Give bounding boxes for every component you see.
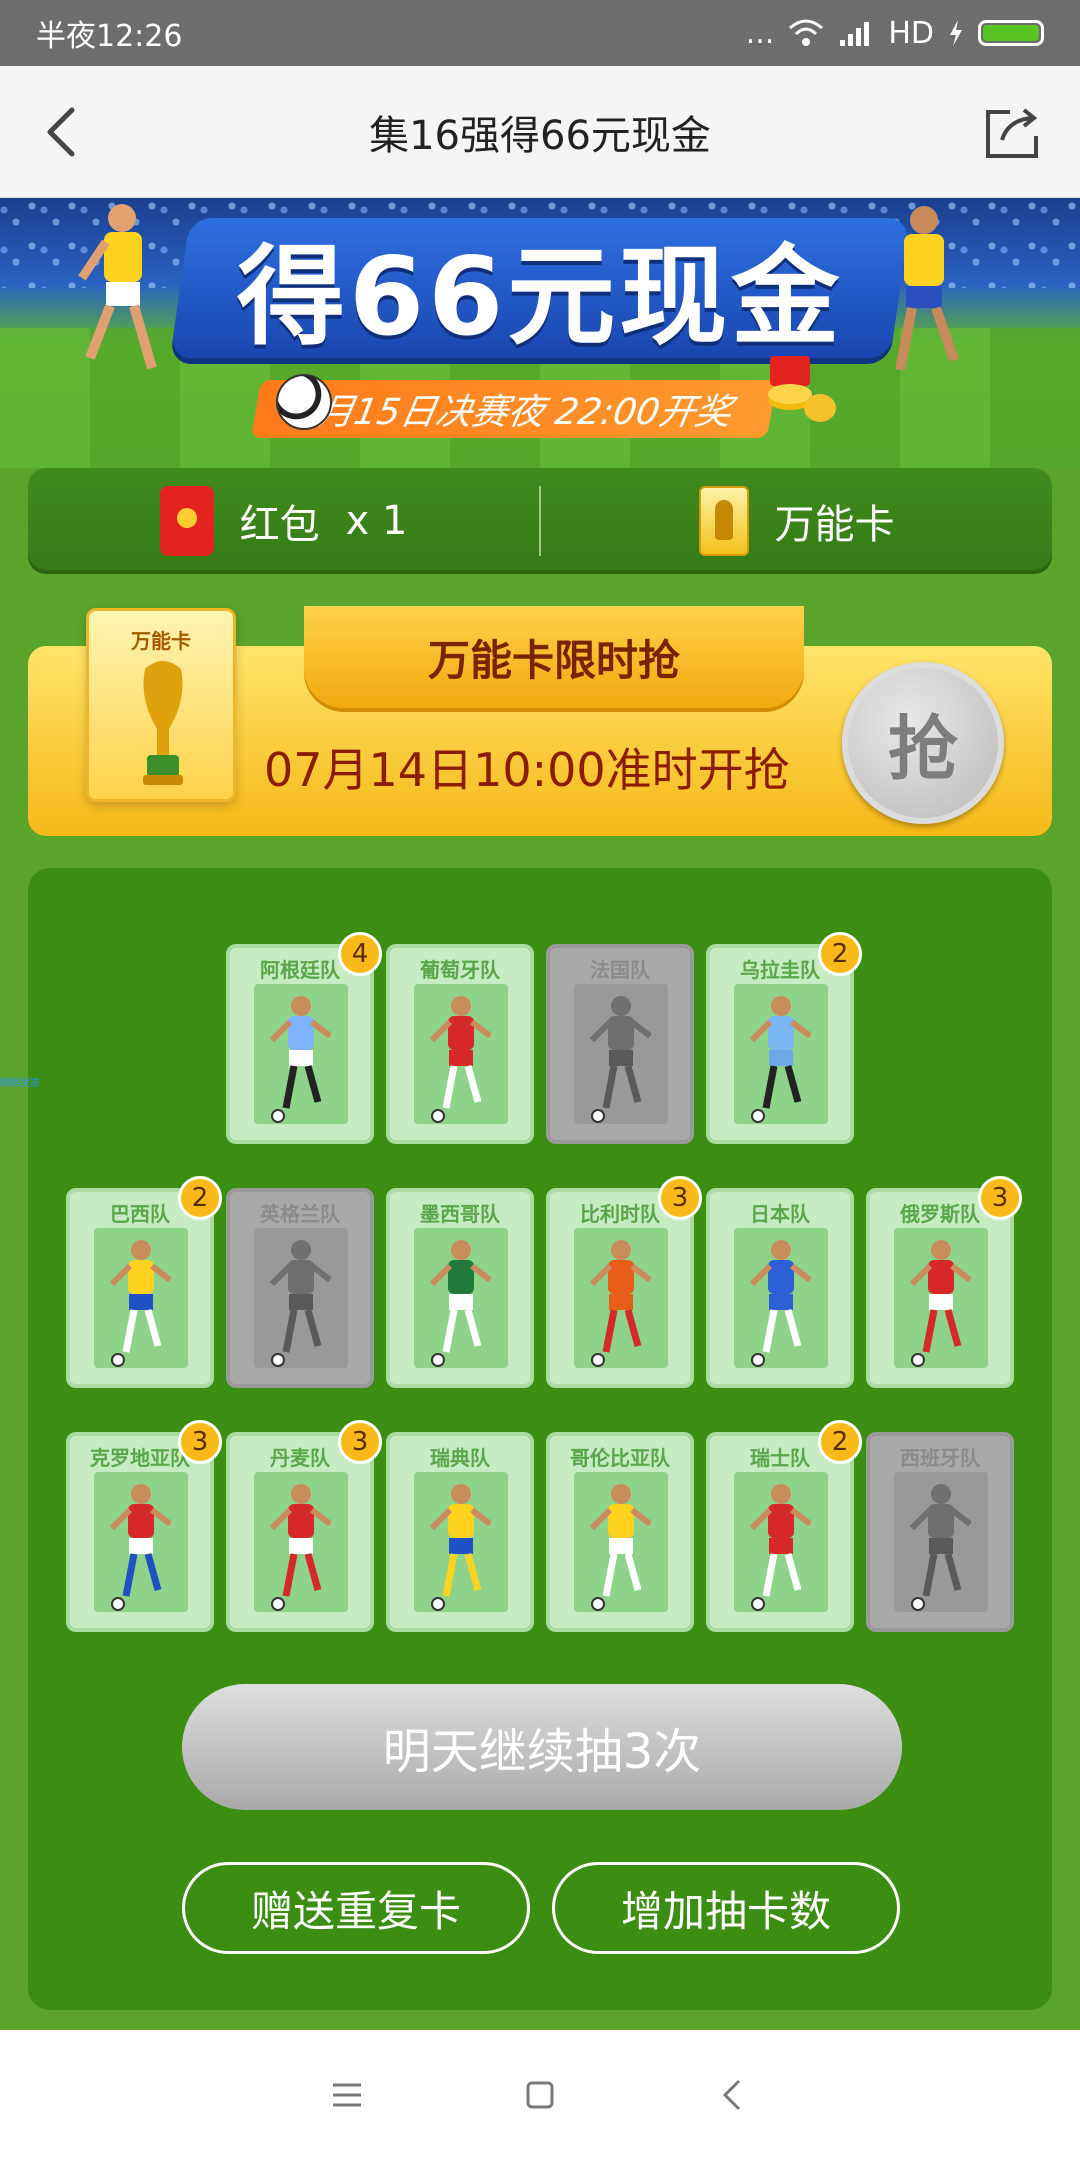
grab-button[interactable]: 抢 xyxy=(842,662,1004,824)
team-name: 瑞典队 xyxy=(430,1446,490,1470)
banner-title: 得66元现金 xyxy=(236,235,844,360)
card-count-badge: 3 xyxy=(658,1176,702,1220)
team-card[interactable]: 巴西队 2 xyxy=(66,1176,222,1388)
wildcard-label: 万能卡 xyxy=(774,502,895,548)
signal-icon xyxy=(840,22,870,46)
card-count-badge: 2 xyxy=(178,1176,222,1220)
player-icon xyxy=(749,996,812,1123)
page-title: 集16强得66元现金 xyxy=(369,112,711,159)
wildcard-trophy-icon xyxy=(698,486,749,556)
player-icon xyxy=(589,1484,652,1611)
team-card[interactable]: 俄罗斯队 3 xyxy=(866,1176,1022,1388)
card-count-badge: 3 xyxy=(978,1176,1022,1220)
team-name: 哥伦比亚队 xyxy=(570,1446,670,1470)
status-time: 半夜12:26 xyxy=(36,19,183,54)
card-count-badge: 2 xyxy=(818,932,862,976)
team-card[interactable]: 瑞士队 2 xyxy=(706,1420,862,1632)
grab-button-label: 抢 xyxy=(888,707,958,790)
player-icon xyxy=(109,1240,172,1367)
team-card[interactable]: 阿根廷队 4 xyxy=(226,932,382,1144)
share-icon[interactable] xyxy=(980,100,1044,164)
team-name: 葡萄牙队 xyxy=(420,958,500,982)
redpacket-label: 红包 xyxy=(239,502,320,548)
team-card[interactable]: 墨西哥队 xyxy=(386,1188,534,1388)
team-card[interactable]: 西班牙队 xyxy=(866,1432,1014,1632)
inventory-bar: 红包 x 1 万能卡 xyxy=(28,468,1052,574)
status-bar: 半夜12:26 ... HD xyxy=(0,0,1080,66)
team-card[interactable]: 日本队 xyxy=(706,1188,854,1388)
battery-icon xyxy=(978,20,1044,46)
home-icon[interactable] xyxy=(516,2071,564,2119)
add-draws-button[interactable]: 增加抽卡数 xyxy=(552,1862,900,1954)
wildcard-tab: 万能卡限时抢 xyxy=(304,606,804,708)
trophy-icon xyxy=(143,661,183,785)
back-icon[interactable] xyxy=(28,96,100,168)
draw-again-button[interactable]: 明天继续抽3次 xyxy=(182,1684,902,1810)
system-nav-bar xyxy=(0,2030,1080,2160)
card-count-badge: 2 xyxy=(818,1420,862,1464)
player-icon xyxy=(269,996,332,1123)
team-card[interactable]: 瑞典队 xyxy=(386,1432,534,1632)
gift-duplicate-button[interactable]: 赠送重复卡 xyxy=(182,1862,530,1954)
wildcard-card: 万能卡 xyxy=(86,608,236,802)
redpacket-entry[interactable]: 红包 x 1 xyxy=(28,486,539,556)
player-icon xyxy=(429,1484,492,1611)
team-name: 日本队 xyxy=(750,1202,810,1226)
card-count-badge: 3 xyxy=(338,1420,382,1464)
team-card[interactable]: 比利时队 3 xyxy=(546,1176,702,1388)
team-card[interactable]: 丹麦队 3 xyxy=(226,1420,382,1632)
banner-title-box: 得66元现金 xyxy=(170,218,910,360)
player-icon xyxy=(909,1484,972,1611)
draw-again-label: 明天继续抽3次 xyxy=(382,1724,702,1780)
team-name: 西班牙队 xyxy=(900,1446,980,1470)
redpacket-count: x 1 xyxy=(345,498,408,544)
card-count-badge: 4 xyxy=(338,932,382,976)
team-name: 英格兰队 xyxy=(260,1202,340,1226)
player-illustration-left xyxy=(78,204,157,370)
nav-back-icon[interactable] xyxy=(709,2071,757,2119)
player-icon xyxy=(429,996,492,1123)
status-dots: ... xyxy=(745,15,775,51)
wifi-icon xyxy=(789,19,824,46)
team-card[interactable]: 葡萄牙队 xyxy=(386,944,534,1144)
player-icon xyxy=(909,1240,972,1367)
page-header: 集16强得66元现金 xyxy=(0,66,1080,198)
wildcard-time: 07月14日10:00准时开抢 xyxy=(264,743,790,797)
menu-icon[interactable] xyxy=(323,2071,371,2119)
player-icon xyxy=(109,1484,172,1611)
status-icons: ... HD xyxy=(746,16,1044,51)
player-icon xyxy=(589,996,652,1123)
player-illustration-right xyxy=(895,206,959,371)
wildcard-tab-title: 万能卡限时抢 xyxy=(427,635,680,685)
player-icon xyxy=(269,1484,332,1611)
side-text: 网络状态 xyxy=(0,1078,40,1089)
wildcard-card-label: 万能卡 xyxy=(131,629,191,653)
team-card[interactable]: 哥伦比亚队 xyxy=(546,1432,694,1632)
card-count-badge: 3 xyxy=(178,1420,222,1464)
wildcard-entry[interactable]: 万能卡 xyxy=(541,486,1052,556)
player-icon xyxy=(429,1240,492,1367)
team-card[interactable]: 英格兰队 xyxy=(226,1188,374,1388)
redpacket-icon xyxy=(159,486,214,556)
team-name: 法国队 xyxy=(590,958,650,982)
team-name: 墨西哥队 xyxy=(420,1202,500,1226)
player-icon xyxy=(589,1240,652,1367)
team-card[interactable]: 法国队 xyxy=(546,944,694,1144)
team-card[interactable]: 克罗地亚队 3 xyxy=(66,1420,222,1632)
soccer-ball-icon xyxy=(276,374,332,430)
team-card[interactable]: 乌拉圭队 2 xyxy=(706,932,862,1144)
charging-icon xyxy=(950,20,962,46)
player-icon xyxy=(749,1484,812,1611)
network-type: HD xyxy=(888,15,934,51)
coins-icon xyxy=(768,356,836,422)
player-icon xyxy=(269,1240,332,1367)
player-icon xyxy=(749,1240,812,1367)
